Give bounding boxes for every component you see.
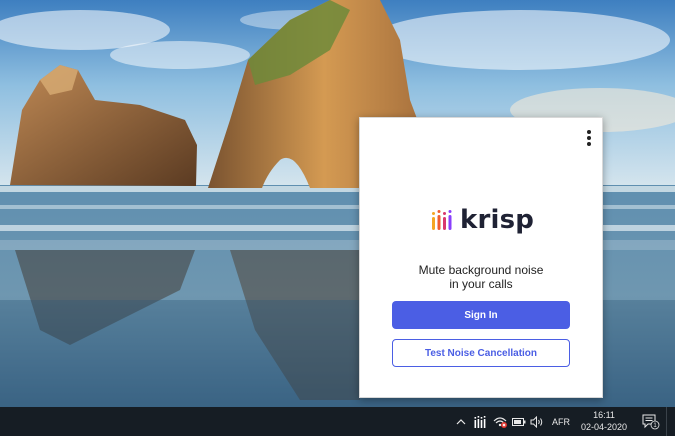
action-center-icon[interactable]: 1	[640, 407, 662, 436]
kebab-menu-icon[interactable]	[584, 128, 594, 148]
test-noise-cancellation-button[interactable]: Test Noise Cancellation	[392, 339, 570, 367]
battery-icon[interactable]	[511, 407, 527, 436]
volume-icon[interactable]	[529, 407, 545, 436]
network-warning-icon[interactable]	[491, 407, 509, 436]
taskbar: AFR 16:11 02-04-2020 1	[0, 407, 675, 436]
clock-time: 16:11	[593, 410, 615, 420]
krisp-popup: krisp Mute background noise in your call…	[359, 117, 603, 398]
tagline-line-2: in your calls	[449, 277, 513, 291]
krisp-tray-icon[interactable]	[472, 407, 488, 436]
tagline: Mute background noise in your calls	[360, 263, 602, 291]
show-desktop-divider[interactable]	[666, 407, 667, 436]
chevron-up-icon[interactable]	[454, 407, 468, 436]
krisp-logo: krisp	[431, 207, 534, 233]
clock-date: 02-04-2020	[580, 422, 628, 432]
language-indicator[interactable]: AFR	[549, 407, 573, 436]
krisp-logo-text: krisp	[460, 205, 535, 235]
tagline-line-1: Mute background noise	[418, 263, 544, 277]
clock[interactable]: 16:11 02-04-2020	[574, 409, 634, 433]
sign-in-button[interactable]: Sign In	[392, 301, 570, 329]
krisp-bars-icon	[432, 210, 452, 230]
